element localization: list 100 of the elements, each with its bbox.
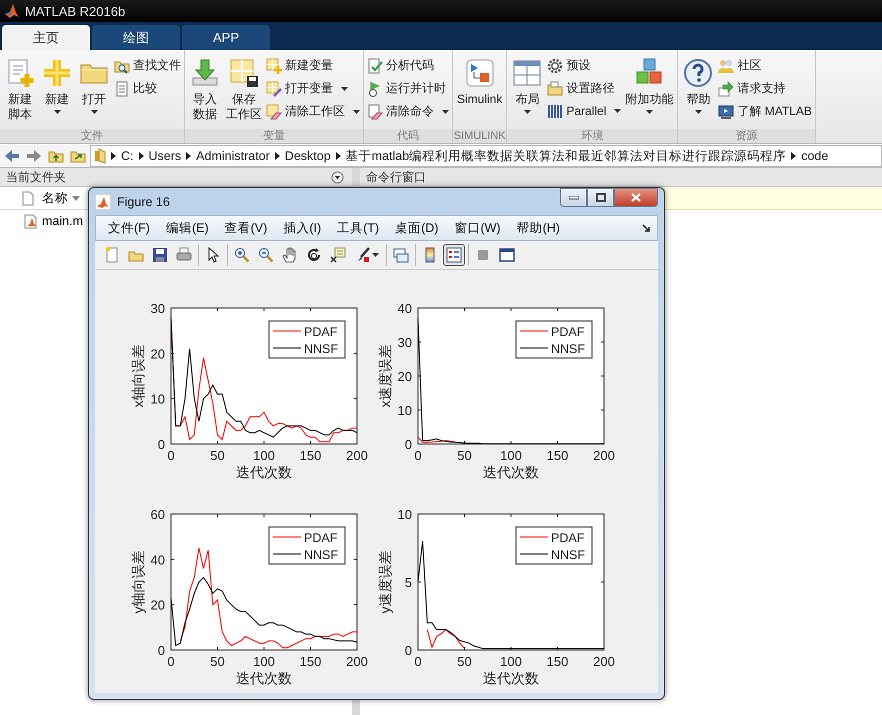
tick-label: 50 bbox=[457, 654, 472, 669]
breadcrumb-item[interactable]: Administrator bbox=[196, 149, 270, 163]
caret-icon bbox=[353, 110, 360, 114]
legend-label: PDAF bbox=[304, 531, 338, 545]
ribbon-button[interactable]: 设置路径 bbox=[546, 79, 622, 98]
breadcrumb-item[interactable]: Users bbox=[148, 149, 182, 163]
menu-item[interactable]: 插入(I) bbox=[275, 220, 330, 236]
panel-title: 命令行窗口 bbox=[366, 168, 426, 186]
chevron-right-icon bbox=[186, 152, 192, 160]
browse-button[interactable] bbox=[68, 149, 88, 163]
chevron-right-icon bbox=[274, 152, 280, 160]
legend-label: NNSF bbox=[304, 548, 338, 562]
tick-label: 200 bbox=[593, 448, 615, 463]
close-button[interactable] bbox=[614, 188, 658, 207]
folder-arrow-icon bbox=[70, 149, 86, 163]
breadcrumb-item[interactable]: code bbox=[801, 149, 828, 163]
ribbon-tab[interactable]: 主页 bbox=[2, 25, 90, 50]
document-check-icon bbox=[367, 58, 383, 74]
axis-label: 迭代次数 bbox=[236, 670, 292, 686]
folder-icon bbox=[94, 148, 106, 164]
address-field[interactable]: C: Users Administrator Desktop 基于matlab编程利用概率数据关联算法和最近邻算法对目标进行跟踪源码程序 code bbox=[90, 145, 882, 167]
tick-label: 100 bbox=[500, 448, 522, 463]
ribbon-button[interactable]: 打开变量 bbox=[265, 79, 361, 98]
ribbon-button[interactable]: 清除命令 bbox=[366, 102, 450, 121]
tick-label: 150 bbox=[546, 654, 568, 669]
breadcrumb-item[interactable]: C: bbox=[121, 149, 134, 163]
column-header[interactable]: 名称 bbox=[42, 190, 80, 206]
ribbon-button[interactable]: 新建 脚本 bbox=[2, 54, 38, 125]
ribbon-button[interactable]: 了解 MATLAB bbox=[717, 102, 813, 121]
ribbon-button[interactable]: 附加功能 bbox=[623, 54, 676, 117]
ribbon-button[interactable]: 查找文件 bbox=[113, 56, 182, 75]
caret-icon bbox=[372, 253, 379, 257]
ribbon-button[interactable]: 新建变量 bbox=[265, 56, 361, 75]
close-icon bbox=[631, 193, 641, 202]
tick-label: 20 bbox=[150, 598, 165, 613]
menu-item[interactable]: 帮助(H) bbox=[508, 220, 568, 236]
chevron-right-icon bbox=[336, 152, 341, 160]
menu-item[interactable]: 窗口(W) bbox=[446, 220, 509, 236]
tick-label: 200 bbox=[346, 448, 368, 463]
grid-pencil-icon bbox=[266, 80, 282, 96]
data-cursor-icon bbox=[330, 247, 346, 263]
axis-label: 迭代次数 bbox=[483, 670, 539, 686]
maximize-icon bbox=[596, 193, 606, 202]
tick-label: 150 bbox=[546, 448, 568, 463]
file-item[interactable]: main.m bbox=[0, 210, 89, 232]
group-label: 资源 bbox=[678, 129, 815, 143]
ribbon-button[interactable]: 导入 数据 bbox=[187, 54, 223, 125]
window-icon bbox=[499, 247, 515, 263]
tick-label: 100 bbox=[253, 448, 275, 463]
breadcrumb-item[interactable]: 基于matlab编程利用概率数据关联算法和最近邻算法对目标进行跟踪源码程序 bbox=[346, 148, 786, 164]
group-label: SIMULINK bbox=[453, 129, 506, 143]
tick-label: 30 bbox=[398, 335, 412, 350]
group-label: 变量 bbox=[185, 129, 363, 143]
ribbon-button[interactable]: 预设 bbox=[546, 56, 622, 75]
menu-item[interactable]: 编辑(E) bbox=[158, 220, 217, 236]
ribbon-button[interactable]: 布局 bbox=[509, 54, 546, 117]
grid-plus-icon bbox=[266, 58, 282, 74]
tick-label: 10 bbox=[398, 403, 412, 418]
axis-label: y轴向误差 bbox=[130, 550, 146, 614]
maximize-button[interactable] bbox=[587, 188, 614, 207]
menu-item[interactable]: 桌面(D) bbox=[387, 220, 446, 236]
ribbon-button[interactable]: 运行并计时 bbox=[366, 79, 450, 98]
ribbon-button[interactable]: 保存 工作区 bbox=[224, 54, 264, 125]
menu-item[interactable]: 文件(F) bbox=[100, 220, 158, 236]
tick-label: 0 bbox=[414, 654, 422, 669]
ribbon-button[interactable]: 比较 bbox=[113, 79, 182, 98]
toolbar-button[interactable] bbox=[443, 244, 465, 266]
ribbon-button[interactable]: 社区 bbox=[717, 56, 813, 75]
ribbon-tab[interactable]: APP bbox=[182, 25, 270, 50]
tick-label: 20 bbox=[150, 346, 165, 362]
block-diagram-icon bbox=[464, 57, 496, 89]
menu-item[interactable]: 工具(T) bbox=[329, 220, 388, 236]
menu-item[interactable]: 查看(V) bbox=[216, 220, 276, 236]
caret-icon bbox=[694, 110, 702, 114]
tick-label: 0 bbox=[404, 437, 412, 452]
eraser-icon bbox=[367, 104, 383, 120]
tick-label: 40 bbox=[398, 301, 412, 316]
up-folder-button[interactable] bbox=[46, 149, 66, 163]
ribbon-button[interactable]: 请求支持 bbox=[717, 79, 813, 98]
ribbon-tab[interactable]: 绘图 bbox=[92, 25, 180, 50]
axis-label: 迭代次数 bbox=[236, 464, 292, 480]
tick-label: 0 bbox=[158, 643, 165, 658]
ribbon-button[interactable]: 新建 bbox=[39, 54, 75, 117]
tick-label: 100 bbox=[500, 654, 522, 669]
legend-label: NNSF bbox=[304, 342, 338, 356]
ribbon-button[interactable]: 清除工作区 bbox=[265, 102, 361, 121]
ribbon-button[interactable]: 分析代码 bbox=[366, 56, 450, 75]
minimize-button[interactable] bbox=[560, 188, 587, 207]
ribbon-button[interactable]: 帮助 bbox=[680, 54, 716, 117]
window-title: Figure 16 bbox=[117, 194, 171, 208]
save-icon bbox=[152, 247, 168, 263]
tick-label: 200 bbox=[346, 654, 368, 669]
breadcrumb-item[interactable]: Desktop bbox=[284, 149, 331, 163]
dock-arrow-icon[interactable] bbox=[642, 224, 651, 232]
panel-menu-icon[interactable] bbox=[331, 170, 344, 184]
tick-label: 0 bbox=[158, 437, 165, 452]
tick-label: 200 bbox=[593, 654, 615, 669]
ribbon-button[interactable]: 打开 bbox=[76, 54, 112, 117]
ribbon-button[interactable]: Simulink bbox=[455, 54, 504, 110]
ribbon-button[interactable]: Parallel bbox=[546, 102, 622, 120]
